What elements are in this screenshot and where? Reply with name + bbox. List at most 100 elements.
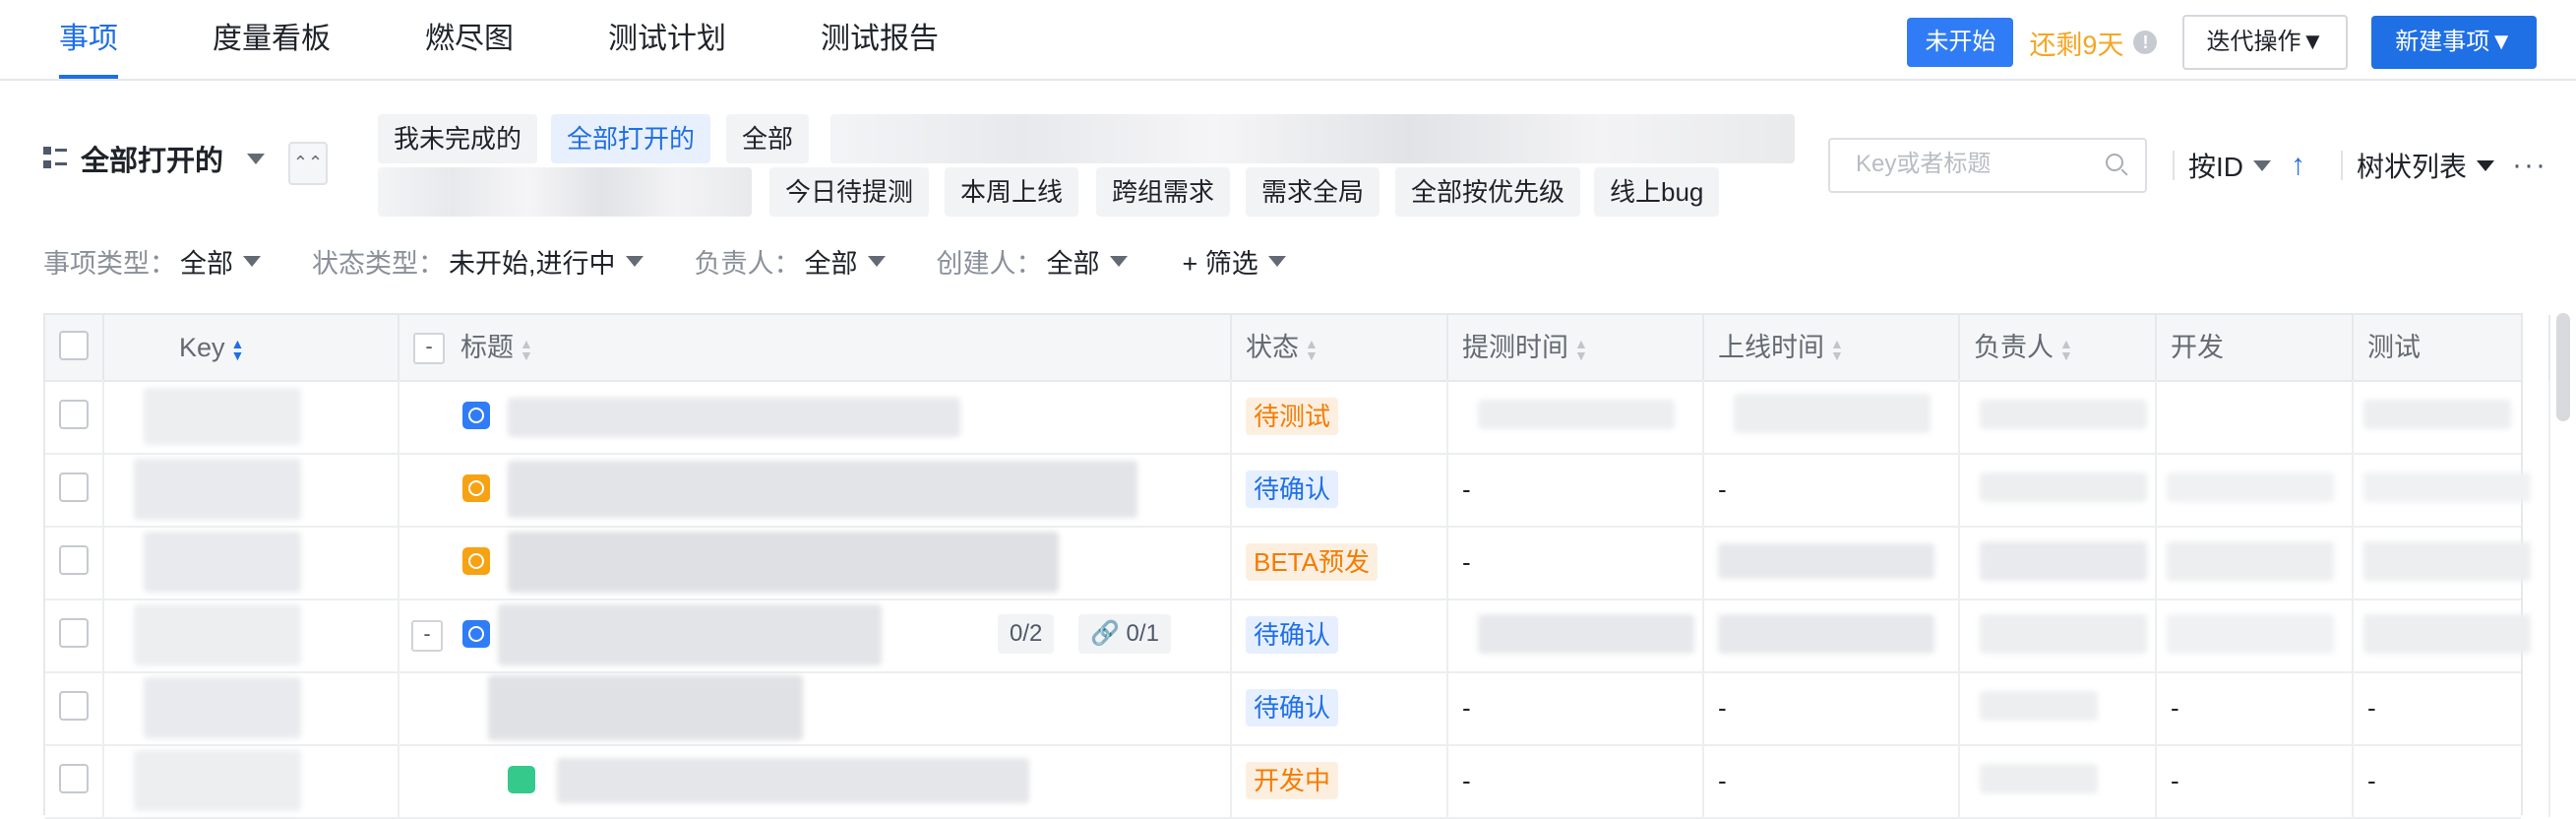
status-cell[interactable]: 待确认 <box>1232 598 1448 671</box>
key-cell[interactable] <box>104 598 399 671</box>
status-cell[interactable]: 待确认 <box>1232 453 1448 526</box>
chip-requirement-global[interactable]: 需求全局 <box>1246 167 1380 217</box>
tree-list-dropdown[interactable]: 树状列表 <box>2357 146 2467 185</box>
key-cell[interactable] <box>104 526 399 598</box>
chip-today-to-test[interactable]: 今日待提测 <box>769 167 930 217</box>
status-cell[interactable]: BETA预发 <box>1232 526 1448 598</box>
chevron-down-icon <box>1267 256 1286 267</box>
header-title[interactable]: - 标题 ▲ ▼ <box>399 315 1232 380</box>
title-cell[interactable] <box>399 671 1232 744</box>
search-box <box>1828 138 2147 193</box>
table-row[interactable]: 待确认 - - - - <box>45 671 2550 746</box>
filter-status-type[interactable]: 状态类型： 未开始,进行中 <box>312 242 644 281</box>
vertical-scrollbar[interactable] <box>2556 313 2570 421</box>
new-item-button[interactable]: 新建事项▼ <box>2371 16 2537 69</box>
search-icon[interactable] <box>2106 154 2123 171</box>
table-row[interactable]: 开发中 - - - - <box>45 744 2550 819</box>
status-badge[interactable]: 待确认 <box>1246 616 1339 654</box>
filter-label: 事项类型： <box>43 249 176 279</box>
filter-label: 状态类型： <box>312 249 445 279</box>
chip-all[interactable]: 全部 <box>726 114 810 163</box>
view-selector[interactable]: 全部打开的 <box>43 138 266 179</box>
test-time-cell: - <box>1448 453 1704 526</box>
iteration-status-badge[interactable]: 未开始 <box>1907 18 2014 67</box>
add-filter-button[interactable]: + 筛选 <box>1179 242 1286 281</box>
status-cell[interactable]: 待确认 <box>1232 671 1448 744</box>
tab-items[interactable]: 事项 <box>59 0 118 79</box>
chevron-down-icon <box>243 256 261 267</box>
title-cell[interactable] <box>399 744 1232 817</box>
requirement-icon <box>462 402 490 429</box>
table-row[interactable]: BETA预发 - <box>45 526 2550 600</box>
header-status[interactable]: 状态 ▲ ▼ <box>1232 315 1448 380</box>
title-cell[interactable]: - 0/2 🔗 0/1 <box>399 598 1232 671</box>
key-cell[interactable] <box>104 453 399 526</box>
more-icon[interactable]: ··· <box>2512 149 2547 182</box>
status-badge[interactable]: 待确认 <box>1246 471 1339 508</box>
sort-icon: ▲ ▼ <box>1830 335 1844 363</box>
table-row[interactable]: 待确认 - - <box>45 453 2550 528</box>
row-checkbox[interactable] <box>59 545 89 575</box>
status-badge[interactable]: 开发中 <box>1246 762 1339 799</box>
table-row[interactable]: 待测试 <box>45 380 2550 455</box>
header-test-time[interactable]: 提测时间 ▲ ▼ <box>1448 315 1704 380</box>
row-select <box>45 744 104 817</box>
info-icon[interactable]: ! <box>2133 31 2158 54</box>
chip-this-week-online[interactable]: 本周上线 <box>945 167 1079 217</box>
title-cell[interactable] <box>399 380 1232 453</box>
header-online-time[interactable]: 上线时间 ▲ ▼ <box>1704 315 1960 380</box>
sort-icon: ▲ ▼ <box>230 335 245 363</box>
task-icon <box>462 474 490 502</box>
header-assignee[interactable]: 负责人 ▲ ▼ <box>1960 315 2157 380</box>
tab-metrics-board[interactable]: 度量看板 <box>213 0 331 79</box>
search-input[interactable] <box>1854 140 2104 189</box>
subtask-count[interactable]: 0/2 <box>998 614 1055 654</box>
key-cell[interactable] <box>104 744 399 817</box>
collapse-all-button[interactable]: - <box>413 333 445 364</box>
tab-burndown[interactable]: 燃尽图 <box>425 0 514 79</box>
row-checkbox[interactable] <box>59 691 89 721</box>
header-key[interactable]: Key ▲ ▼ <box>104 315 399 380</box>
online-time-cell <box>1704 598 1960 671</box>
header-qa[interactable]: 测试 <box>2354 315 2550 380</box>
iteration-ops-button[interactable]: 迭代操作▼ <box>2182 15 2349 70</box>
status-badge[interactable]: BETA预发 <box>1246 543 1378 581</box>
row-checkbox[interactable] <box>59 764 89 793</box>
chip-cross-team[interactable]: 跨组需求 <box>1096 167 1231 217</box>
title-cell[interactable] <box>399 526 1232 598</box>
key-cell[interactable] <box>104 671 399 744</box>
chip-all-by-priority[interactable]: 全部按优先级 <box>1395 167 1581 217</box>
key-cell[interactable] <box>104 380 399 453</box>
chip-online-bug[interactable]: 线上bug <box>1594 167 1720 217</box>
select-all-checkbox[interactable] <box>59 331 89 360</box>
tab-test-report[interactable]: 测试报告 <box>821 0 939 79</box>
header-dev[interactable]: 开发 <box>2157 315 2354 380</box>
row-checkbox[interactable] <box>59 472 89 502</box>
collapse-row-button[interactable]: - <box>411 620 443 652</box>
filter-assignee[interactable]: 负责人： 全部 <box>695 242 886 281</box>
link-count[interactable]: 🔗 0/1 <box>1078 614 1171 654</box>
chip-my-incomplete[interactable]: 我未完成的 <box>378 114 538 163</box>
status-badge[interactable]: 待测试 <box>1246 398 1339 435</box>
chevron-down-icon <box>247 153 266 164</box>
row-checkbox[interactable] <box>59 618 89 648</box>
status-badge[interactable]: 待确认 <box>1246 689 1339 726</box>
test-time-cell: - <box>1448 744 1704 817</box>
status-cell[interactable]: 待测试 <box>1232 380 1448 453</box>
status-cell[interactable]: 开发中 <box>1232 744 1448 817</box>
row-checkbox[interactable] <box>59 400 89 429</box>
sort-by-dropdown[interactable]: 按ID <box>2188 146 2243 185</box>
filter-creator[interactable]: 创建人： 全部 <box>937 242 1128 281</box>
test-time-cell: - <box>1448 671 1704 744</box>
qa-cell <box>2354 380 2550 453</box>
tab-test-plan[interactable]: 测试计划 <box>608 0 726 79</box>
chip-all-open[interactable]: 全部打开的 <box>551 114 711 163</box>
sort-icon: ▲ ▼ <box>2059 335 2073 363</box>
title-cell[interactable] <box>399 453 1232 526</box>
collapse-icon[interactable]: ⌃⌃ <box>288 142 328 185</box>
header-status-label: 状态 <box>1246 333 1299 362</box>
sort-asc-icon[interactable]: ↑ <box>2291 149 2305 182</box>
filter-item-type[interactable]: 事项类型： 全部 <box>43 242 261 281</box>
table-row[interactable]: - 0/2 🔗 0/1 待确认 <box>45 598 2550 673</box>
chevron-down-icon <box>2253 159 2272 171</box>
